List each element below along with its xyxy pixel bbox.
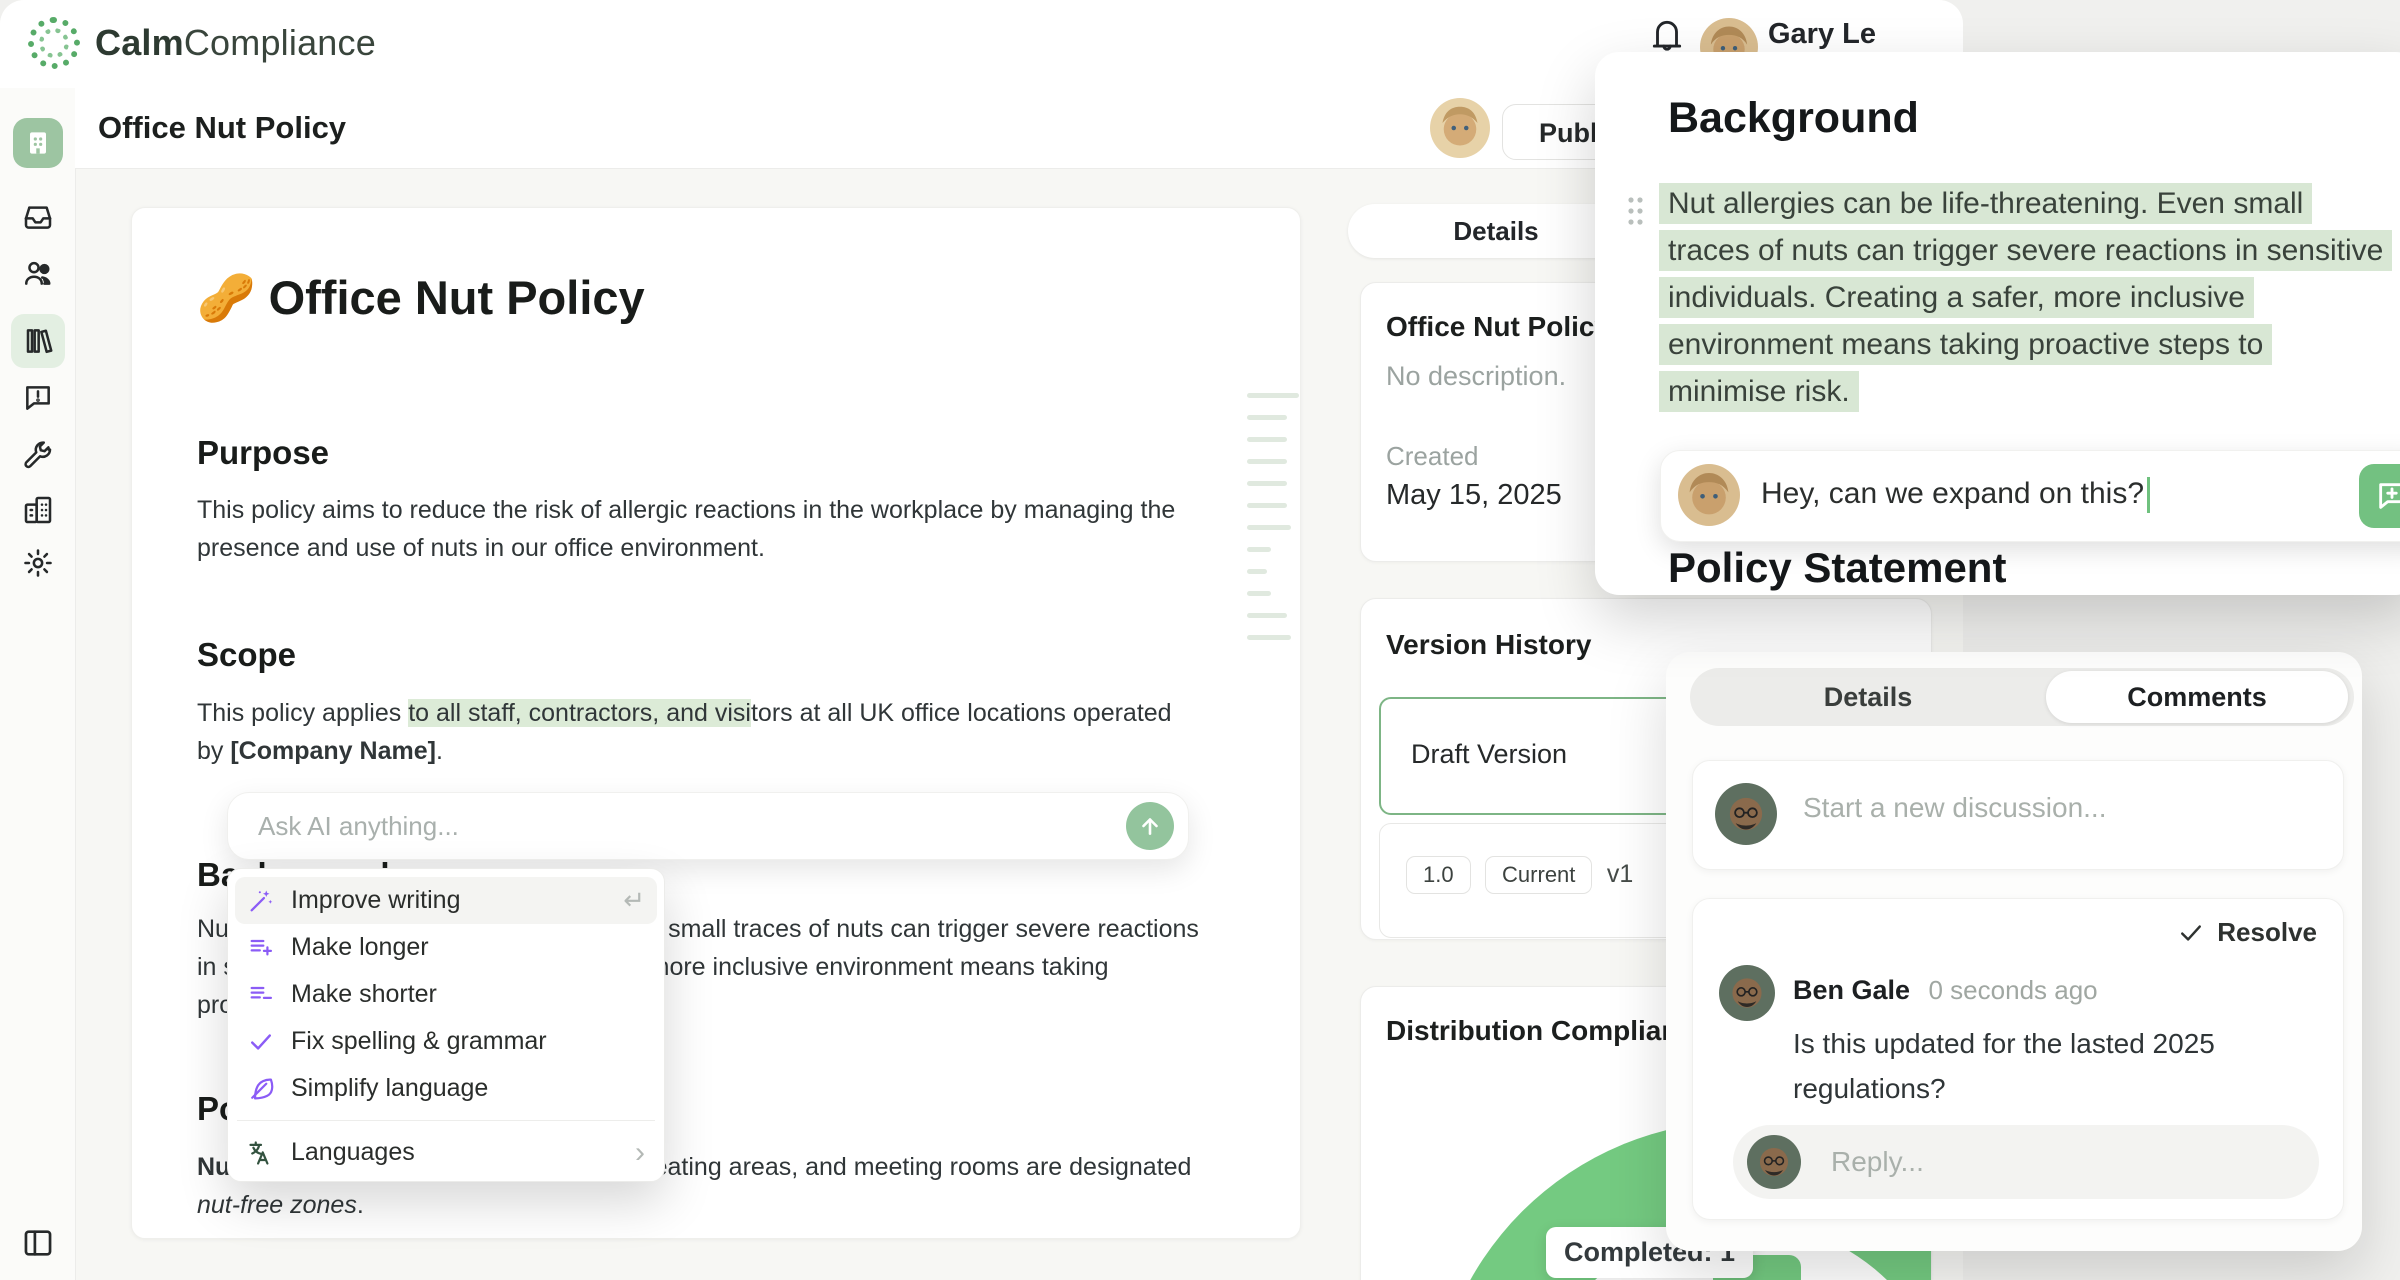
reply-row[interactable] — [1733, 1125, 2319, 1199]
ai-send-button[interactable] — [1126, 802, 1174, 850]
comment-body: Is this updated for the lasted 2025 regu… — [1793, 1021, 2215, 1111]
composer-avatar — [1678, 464, 1740, 526]
menu-item-improve-writing[interactable]: Improve writing ↵ — [235, 877, 657, 924]
current-badge: Current — [1485, 856, 1592, 894]
sidebar-rail — [0, 88, 76, 1280]
comment-composer[interactable]: Hey, can we expand on this? — [1660, 450, 2400, 542]
new-discussion-input[interactable] — [1801, 791, 2305, 825]
translate-icon — [247, 1139, 275, 1167]
text-cursor — [2147, 477, 2150, 513]
comment-meta: Ben Gale 0 seconds ago — [1793, 975, 2098, 1006]
inbox-icon[interactable] — [22, 201, 54, 233]
ask-ai-input[interactable] — [256, 793, 1080, 859]
comment-submit-button[interactable] — [2359, 464, 2400, 528]
created-label: Created — [1386, 441, 1479, 472]
library-icon[interactable] — [11, 314, 65, 368]
reply-avatar — [1747, 1135, 1801, 1189]
draft-version-label: Draft Version — [1411, 739, 1567, 770]
distribution-heading: Distribution Compliance — [1386, 1015, 1710, 1047]
ben-avatar — [1715, 783, 1777, 845]
wrench-icon[interactable] — [22, 440, 54, 472]
text-add-icon — [247, 934, 275, 962]
version-tag: v1 — [1607, 860, 1633, 888]
heading-policy-statement-popover: Policy Statement — [1668, 544, 2006, 592]
workspace-building-icon[interactable] — [13, 118, 63, 168]
document-title: 🥜 Office Nut Policy — [197, 270, 645, 326]
arrow-up-icon — [1137, 813, 1163, 839]
comment-draft-text[interactable]: Hey, can we expand on this? — [1761, 477, 2150, 513]
version-number-badge: 1.0 — [1406, 856, 1471, 894]
popover-heading: Background — [1668, 94, 1919, 143]
heading-purpose: Purpose — [197, 434, 329, 472]
enter-key-icon: ↵ — [623, 885, 645, 916]
heading-scope: Scope — [197, 636, 296, 674]
menu-item-simplify-language[interactable]: Simplify language — [235, 1065, 657, 1112]
comments-panel: Details Comments Resolve Ben Gale 0 seco… — [1666, 652, 2362, 1251]
feather-icon — [247, 1075, 275, 1103]
document-outline-minimap[interactable] — [1247, 393, 1307, 657]
details-card-title: Office Nut Policy — [1386, 311, 1610, 343]
resolve-button[interactable]: Resolve — [2177, 917, 2317, 948]
notifications-bell-icon[interactable] — [1648, 16, 1686, 54]
menu-item-make-longer[interactable]: Make longer — [235, 924, 657, 971]
scope-paragraph[interactable]: This policy applies to all staff, contra… — [197, 694, 1172, 770]
tab-comments-active[interactable]: Comments — [2046, 671, 2348, 723]
tab-details-inactive[interactable]: Details — [1690, 668, 2046, 726]
panel-left-icon[interactable] — [21, 1226, 55, 1260]
peanut-emoji-icon: 🥜 — [197, 271, 256, 324]
menu-divider — [237, 1120, 655, 1121]
issues-icon[interactable] — [22, 382, 54, 414]
menu-item-make-shorter[interactable]: Make shorter — [235, 971, 657, 1018]
document-owner-avatar[interactable] — [1430, 98, 1490, 158]
comment-add-icon — [2375, 479, 2400, 513]
text-remove-icon — [247, 981, 275, 1009]
organisation-icon[interactable] — [22, 494, 54, 526]
ask-ai-bar[interactable] — [227, 792, 1189, 860]
brand-logo-icon — [28, 17, 80, 69]
drag-handle-icon[interactable] — [1623, 192, 1647, 237]
chevron-right-icon: › — [635, 1139, 645, 1167]
version-history-heading: Version History — [1386, 629, 1591, 661]
people-icon[interactable] — [22, 257, 54, 289]
brand-name: CalmCompliance — [95, 22, 376, 64]
screen: CalmCompliance Gary Le Sueur — [0, 0, 2400, 1280]
background-section-popover: Background Nut allergies can be life-thr… — [1595, 52, 2400, 595]
check-icon — [247, 1028, 275, 1056]
comment-thread-card: Resolve Ben Gale 0 seconds ago Is this u… — [1692, 898, 2344, 1220]
check-icon — [2177, 919, 2205, 947]
brand-bold: Calm — [95, 22, 184, 63]
highlighted-paragraph[interactable]: Nut allergies can be life-threatening. E… — [1659, 184, 2400, 419]
settings-icon[interactable] — [22, 547, 54, 579]
wand-sparkles-icon — [247, 887, 275, 915]
comment-author: Ben Gale — [1793, 975, 1910, 1005]
reply-input[interactable] — [1829, 1145, 2273, 1179]
details-description: No description. — [1386, 361, 1566, 392]
ai-actions-menu: Improve writing ↵ Make longer Make short… — [227, 868, 665, 1182]
new-discussion-card[interactable] — [1692, 760, 2344, 870]
panel-tabs: Details Comments — [1690, 668, 2354, 726]
brand-light: Compliance — [184, 22, 376, 63]
menu-item-languages[interactable]: Languages › — [235, 1129, 657, 1176]
created-value: May 15, 2025 — [1386, 479, 1562, 512]
menu-item-fix-spelling[interactable]: Fix spelling & grammar — [235, 1018, 657, 1065]
page-title: Office Nut Policy — [98, 110, 346, 146]
comment-author-avatar — [1719, 965, 1775, 1021]
comment-timestamp: 0 seconds ago — [1929, 975, 2098, 1005]
purpose-paragraph[interactable]: This policy aims to reduce the risk of a… — [197, 491, 1175, 567]
